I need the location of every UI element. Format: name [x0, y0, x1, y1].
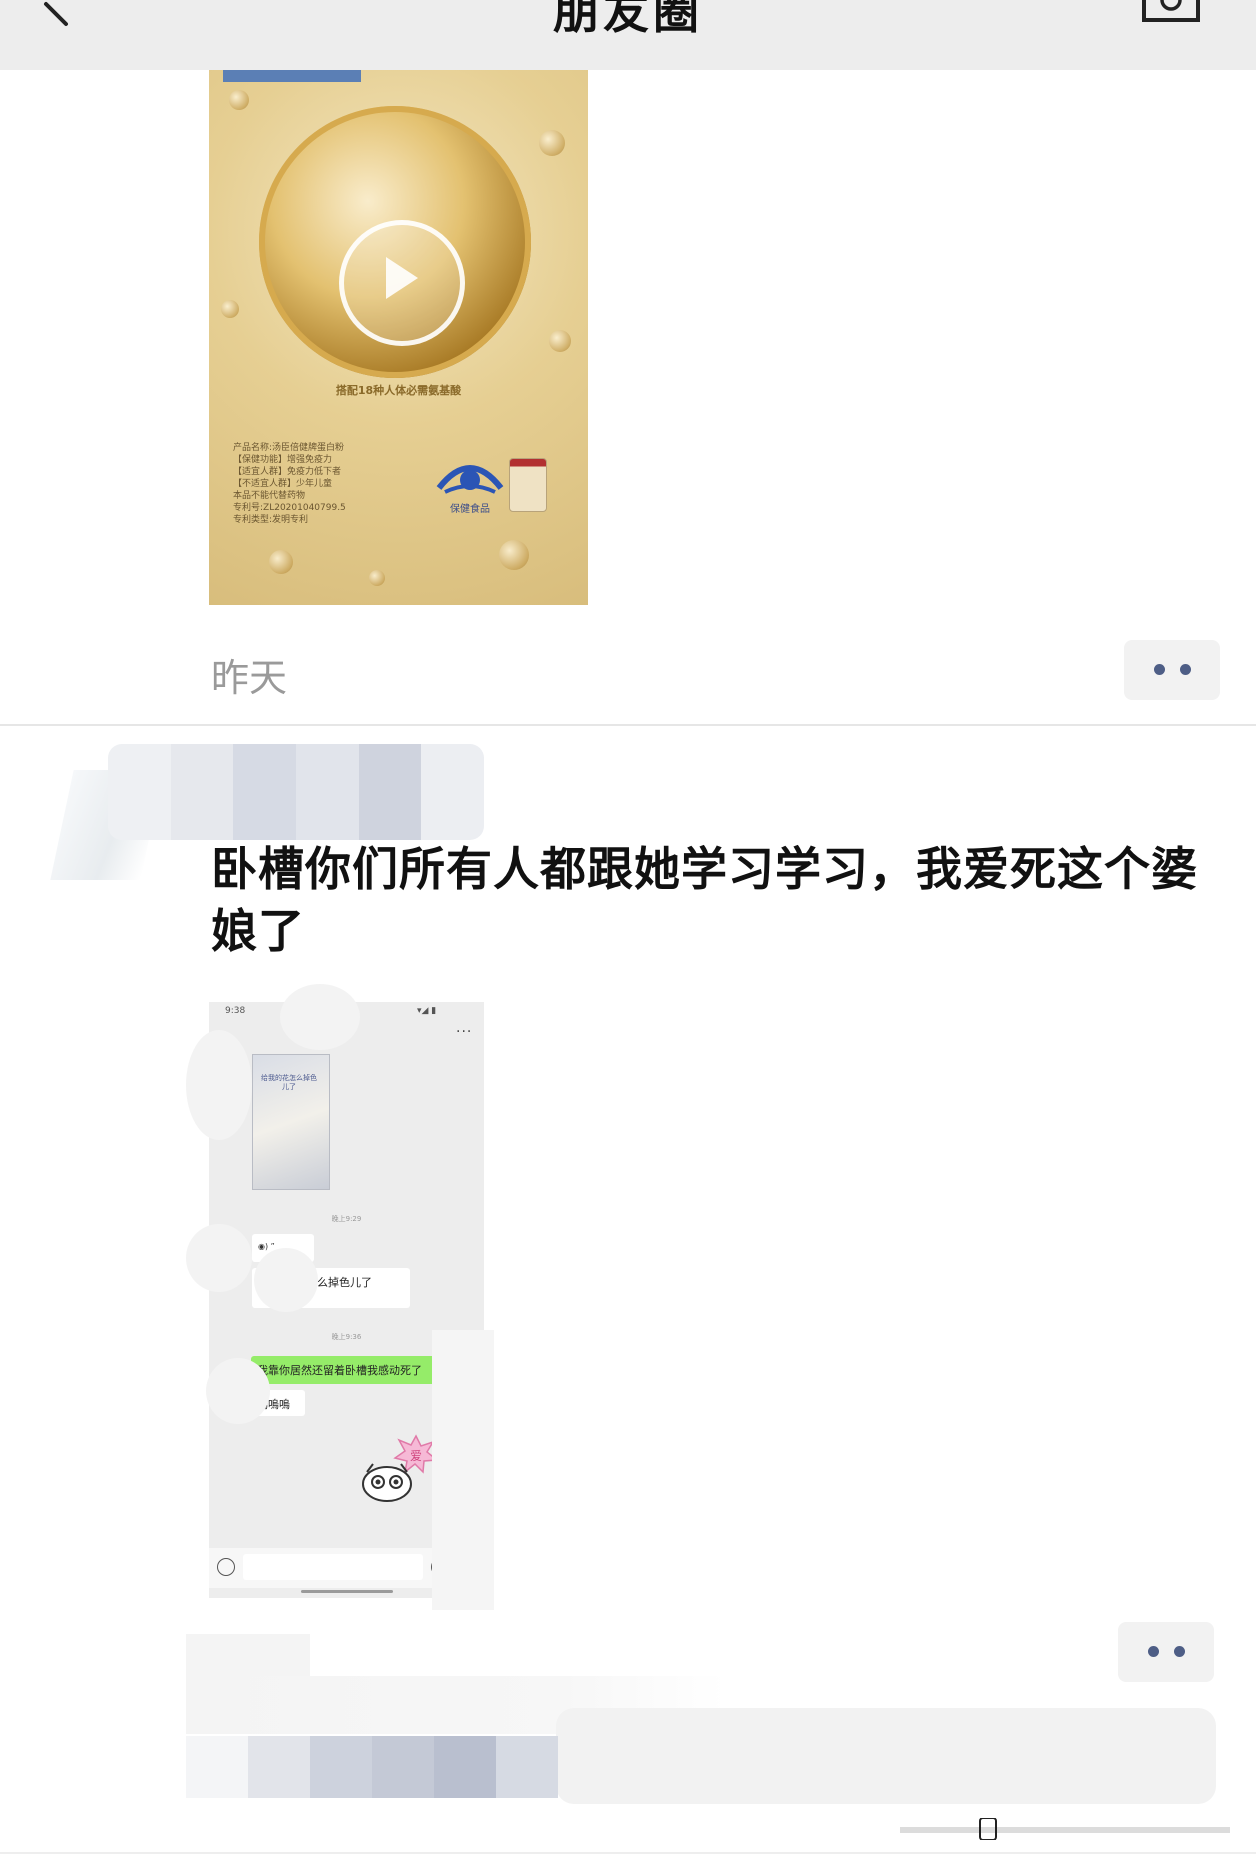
camera-icon[interactable]	[1140, 0, 1202, 24]
video-fine-print: 产品名称:汤臣倍健牌蛋白粉 【保健功能】增强免疫力 【适宜人群】免疫力低下者 【…	[233, 442, 423, 526]
decor-bubble	[221, 300, 239, 318]
fine-print-line: 专利类型:发明专利	[233, 515, 309, 525]
privacy-blur	[280, 984, 360, 1050]
voice-toggle-icon	[217, 1558, 235, 1576]
dot-icon	[1154, 664, 1165, 675]
privacy-blur	[186, 1634, 310, 1678]
privacy-blur	[254, 1248, 318, 1312]
page-title: 朋友圈	[553, 0, 703, 39]
privacy-blur	[432, 1330, 494, 1610]
decor-bubble	[269, 550, 293, 574]
fine-print-line: 【保健功能】增强免疫力	[233, 455, 333, 465]
decor-bubble	[229, 90, 249, 110]
fine-print-line: 本品不能代替药物	[233, 491, 306, 501]
post-divider	[0, 724, 1256, 726]
chat-timestamp: 晚上9:29	[331, 1215, 362, 1223]
thumbnail-banner-strip	[223, 70, 361, 82]
brand-label: 保健食品	[450, 504, 490, 515]
chat-more-icon: ···	[456, 1024, 473, 1040]
product-can-image	[509, 458, 547, 512]
username-mosaic[interactable]	[108, 744, 484, 840]
fine-print-line: 【适宜人群】免疫力低下者	[233, 467, 342, 477]
decor-bubble	[369, 570, 385, 586]
status-time: 9:38	[225, 1006, 246, 1016]
post-time: 昨天	[211, 656, 288, 700]
post-text: 卧槽你们所有人都跟她学习学习，我爱死这个婆娘了	[211, 842, 1198, 958]
comment-area-blur	[556, 1708, 1216, 1804]
chat-photo-text: 给我的花怎么掉色儿了	[261, 1074, 317, 1091]
video-caption: 搭配18种人体必需氨基酸	[335, 384, 462, 397]
privacy-blur	[206, 1358, 270, 1424]
fine-print-line: 【不适宜人群】少年儿童	[233, 479, 333, 489]
dot-icon	[1148, 1646, 1159, 1657]
bottom-divider	[0, 1852, 1256, 1854]
sent-message-text: 我靠你居然还留着卧槽我感动死了	[257, 1364, 422, 1377]
chat-input-box	[243, 1554, 423, 1580]
home-indicator	[301, 1590, 393, 1593]
decor-bubble	[549, 330, 571, 352]
decor-bubble	[499, 540, 529, 570]
fine-print-line: 专利号:ZL20201040799.5	[233, 503, 346, 513]
decor-bubble	[539, 130, 565, 156]
privacy-blur	[186, 1030, 252, 1140]
video-thumbnail[interactable]: 搭配18种人体必需氨基酸 产品名称:汤臣倍健牌蛋白粉 【保健功能】增强免疫力 【…	[209, 70, 588, 605]
status-icons: ▾◢ ▮	[417, 1006, 437, 1016]
comment-mosaic	[186, 1736, 558, 1798]
more-actions-button[interactable]	[1124, 640, 1220, 700]
cartoon-face-sticker-icon	[359, 1458, 415, 1504]
watermark-scribble-icon	[900, 1817, 1230, 1841]
dot-icon	[1180, 664, 1191, 675]
dot-icon	[1174, 1646, 1185, 1657]
health-food-logo-icon	[435, 454, 505, 498]
voice-message-label: ◉) ”	[258, 1242, 275, 1251]
more-actions-button[interactable]	[1118, 1622, 1214, 1682]
fine-print-line: 产品名称:汤臣倍健牌蛋白粉	[233, 443, 345, 453]
play-icon[interactable]	[339, 220, 465, 346]
sent-message: 我靠你居然还留着卧槽我感动死了	[251, 1356, 441, 1384]
privacy-blur	[186, 1224, 252, 1292]
